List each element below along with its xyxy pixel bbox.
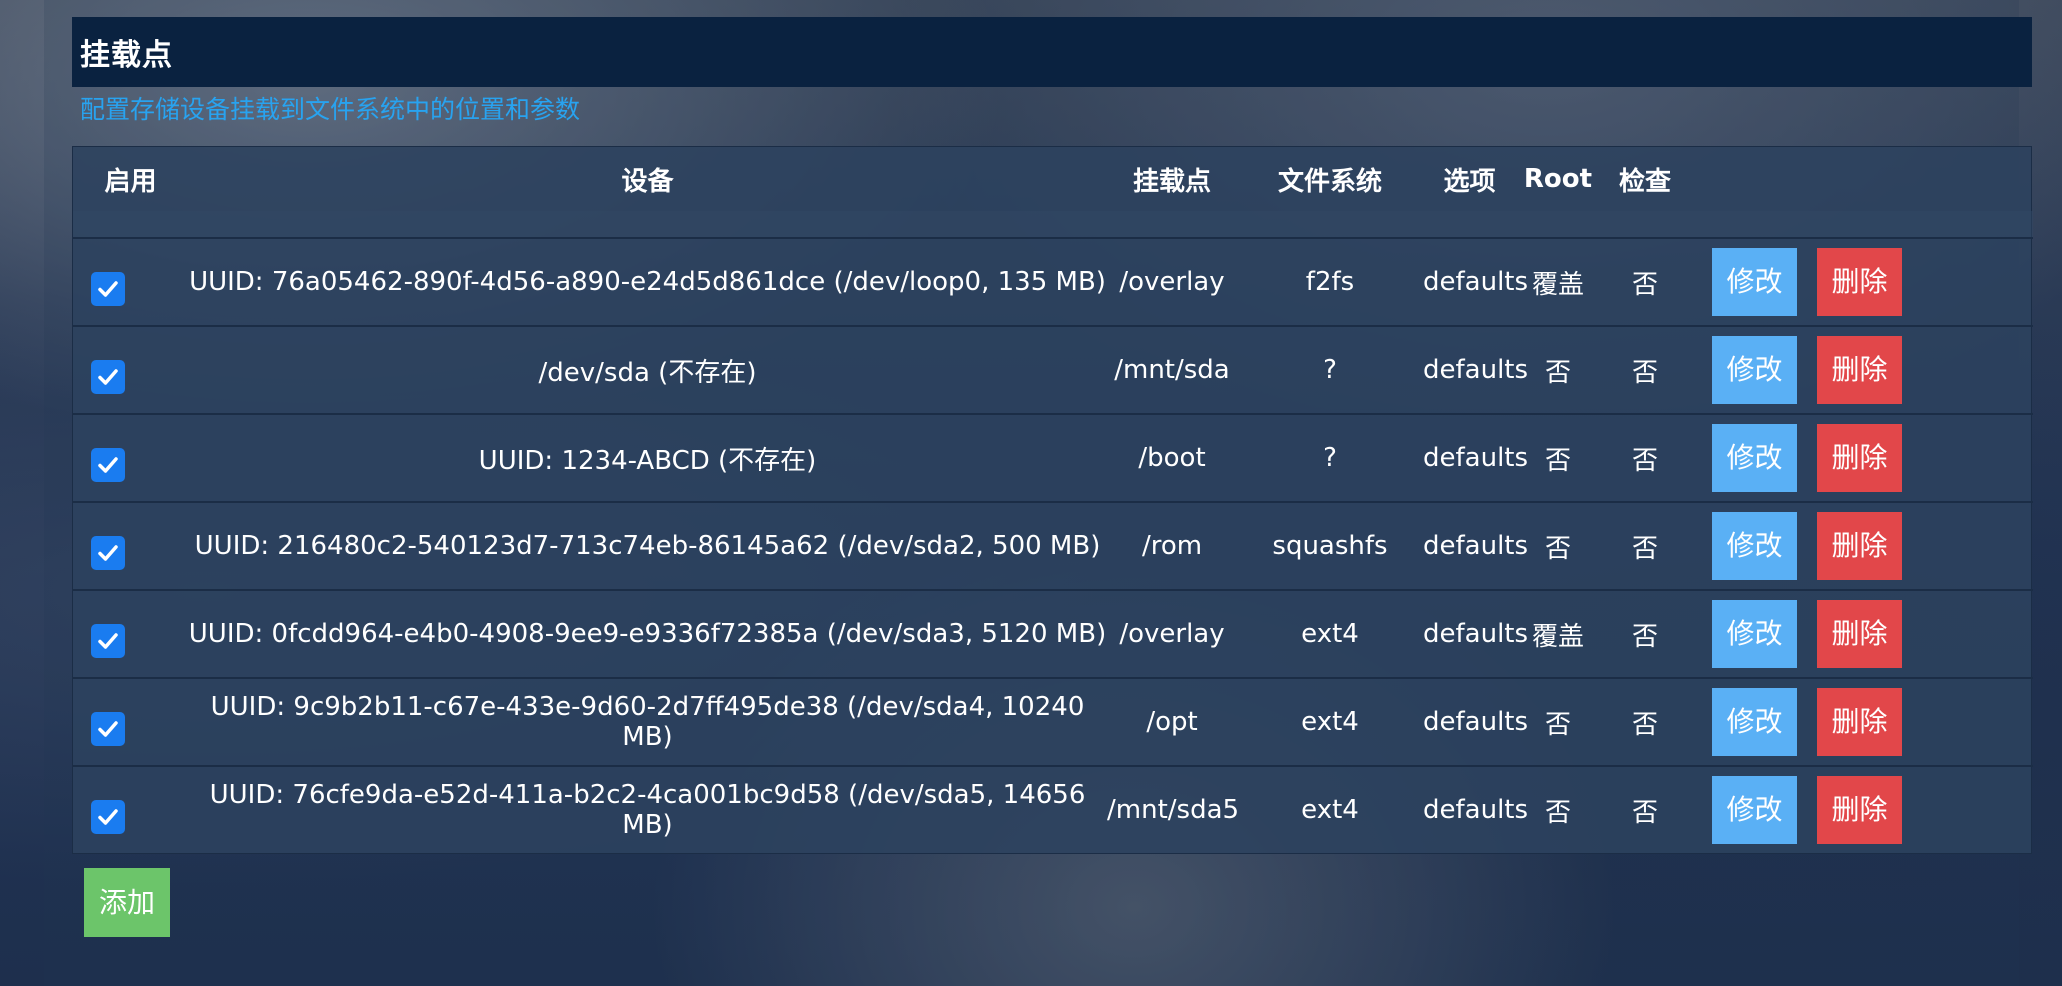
mountpoint-cell: /boot — [1107, 413, 1237, 502]
edit-button[interactable]: 修改 — [1712, 776, 1797, 844]
table-row: UUID: 216480c2-540123d7-713c74eb-86145a6… — [73, 501, 2033, 590]
column-header-device: 设备 — [621, 166, 674, 197]
add-button[interactable]: 添加 — [84, 868, 170, 937]
check-cell: 否 — [1631, 269, 1658, 300]
options-cell: defaults — [1423, 765, 1528, 853]
mountpoint-cell: /mnt/sda5 — [1107, 765, 1239, 853]
enable-checkbox[interactable] — [91, 535, 125, 570]
filesystem-cell: ext4 — [1237, 677, 1423, 766]
header-divider — [73, 211, 2033, 239]
table-row: UUID: 76cfe9da-e52d-411a-b2c2-4ca001bc9d… — [73, 765, 2033, 853]
filesystem-cell: ? — [1237, 413, 1423, 502]
mount-points-table: 启用 设备 挂载点 文件系统 选项 Root 检查 UUID: 76a05462… — [72, 146, 2033, 854]
table-row: UUID: 9c9b2b11-c67e-433e-9d60-2d7ff495de… — [73, 677, 2033, 766]
delete-button[interactable]: 删除 — [1817, 688, 1902, 756]
filesystem-cell: f2fs — [1305, 267, 1355, 297]
root-cell: 否 — [1516, 501, 1600, 590]
checkmark-icon — [98, 368, 118, 385]
enable-checkbox[interactable] — [91, 359, 125, 394]
filesystem-cell: squashfs — [1237, 501, 1423, 590]
table-row: /dev/sda (不存在) /mnt/sda ? defaults 否 否 修… — [73, 325, 2033, 414]
delete-button[interactable]: 删除 — [1817, 512, 1902, 580]
options-cell: defaults — [1423, 677, 1528, 766]
column-header-enabled: 启用 — [104, 166, 157, 197]
delete-button[interactable]: 删除 — [1817, 336, 1902, 404]
column-header-actions — [1690, 147, 2033, 211]
device-cell: UUID: 216480c2-540123d7-713c74eb-86145a6… — [188, 501, 1107, 590]
device-cell: /dev/sda (不存在) — [188, 325, 1107, 414]
page-title: 挂载点 — [80, 38, 173, 73]
options-cell: defaults — [1423, 325, 1528, 414]
checkmark-icon — [98, 632, 118, 649]
checkmark-icon — [98, 544, 118, 561]
page-subtitle: 配置存储设备挂载到文件系统中的位置和参数 — [80, 95, 581, 124]
mountpoint-cell: /overlay — [1107, 589, 1237, 678]
table-header-row: 启用 设备 挂载点 文件系统 选项 Root 检查 — [73, 147, 2033, 211]
checkmark-icon — [98, 808, 118, 825]
root-cell: 覆盖 — [1531, 269, 1584, 300]
device-cell: UUID: 9c9b2b11-c67e-433e-9d60-2d7ff495de… — [188, 677, 1107, 766]
enable-checkbox[interactable] — [91, 711, 125, 746]
delete-button[interactable]: 删除 — [1817, 424, 1902, 492]
options-cell: defaults — [1423, 589, 1528, 678]
column-header-root: Root — [1523, 164, 1593, 194]
device-cell: UUID: 1234-ABCD (不存在) — [188, 413, 1107, 502]
edit-button[interactable]: 修改 — [1712, 336, 1797, 404]
check-cell: 否 — [1600, 677, 1690, 766]
root-cell: 覆盖 — [1516, 589, 1600, 678]
edit-button[interactable]: 修改 — [1712, 248, 1797, 316]
root-cell: 否 — [1516, 413, 1600, 502]
table-row: UUID: 0fcdd964-e4b0-4908-9ee9-e9336f7238… — [73, 589, 2033, 678]
edit-button[interactable]: 修改 — [1712, 512, 1797, 580]
edit-button[interactable]: 修改 — [1712, 688, 1797, 756]
device-cell: UUID: 0fcdd964-e4b0-4908-9ee9-e9336f7238… — [188, 589, 1107, 678]
root-cell: 否 — [1516, 765, 1600, 853]
check-cell: 否 — [1600, 501, 1690, 590]
root-cell: 否 — [1516, 677, 1600, 766]
table-row: UUID: 1234-ABCD (不存在) /boot ? defaults 否… — [73, 413, 2033, 502]
filesystem-cell: ext4 — [1237, 589, 1423, 678]
device-cell: UUID: 76cfe9da-e52d-411a-b2c2-4ca001bc9d… — [188, 765, 1107, 853]
check-cell: 否 — [1600, 413, 1690, 502]
table-row: UUID: 76a05462-890f-4d56-a890-e24d5d861d… — [73, 238, 2033, 326]
delete-button[interactable]: 删除 — [1817, 776, 1902, 844]
checkmark-icon — [98, 280, 118, 297]
mountpoint-cell: /mnt/sda — [1107, 325, 1237, 414]
column-header-filesystem: 文件系统 — [1277, 166, 1382, 197]
delete-button[interactable]: 删除 — [1817, 248, 1902, 316]
options-cell: defaults — [1423, 413, 1528, 502]
mountpoint-cell: /rom — [1107, 501, 1237, 590]
check-cell: 否 — [1600, 765, 1690, 853]
enable-checkbox[interactable] — [91, 447, 125, 482]
enable-checkbox[interactable] — [91, 799, 125, 834]
enable-checkbox[interactable] — [91, 623, 125, 658]
mountpoint-cell: /opt — [1107, 677, 1237, 766]
filesystem-cell: ? — [1237, 325, 1423, 414]
edit-button[interactable]: 修改 — [1712, 600, 1797, 668]
options-cell: defaults — [1423, 267, 1529, 297]
options-cell: defaults — [1423, 501, 1528, 590]
check-cell: 否 — [1600, 325, 1690, 414]
checkmark-icon — [98, 456, 118, 473]
column-header-options: 选项 — [1443, 166, 1496, 197]
header-bar — [72, 17, 2032, 87]
root-cell: 否 — [1516, 325, 1600, 414]
device-cell: UUID: 76a05462-890f-4d56-a890-e24d5d861d… — [189, 267, 1106, 297]
delete-button[interactable]: 删除 — [1817, 600, 1902, 668]
mountpoint-cell: /overlay — [1119, 267, 1225, 297]
edit-button[interactable]: 修改 — [1712, 424, 1797, 492]
checkmark-icon — [98, 720, 118, 737]
enable-checkbox[interactable] — [91, 271, 125, 306]
column-header-mountpoint: 挂载点 — [1132, 166, 1211, 197]
column-header-check: 检查 — [1618, 166, 1671, 197]
filesystem-cell: ext4 — [1237, 765, 1423, 853]
check-cell: 否 — [1600, 589, 1690, 678]
